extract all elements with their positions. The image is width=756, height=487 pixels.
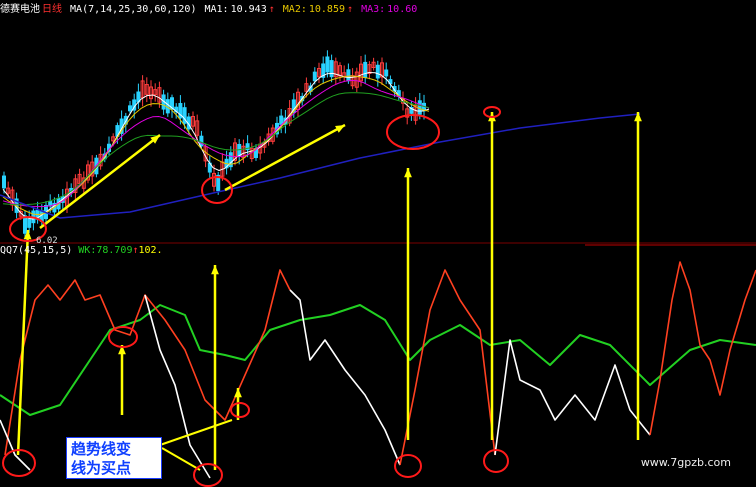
candle-body	[27, 218, 32, 228]
candle-body	[279, 115, 284, 125]
chart-canvas	[0, 50, 756, 487]
period-label: 日线	[42, 4, 62, 15]
wk-label: WK:	[78, 245, 97, 256]
ma1-label: MA1:	[204, 4, 229, 15]
stock-chart-screen: 德赛电池 日线 MA(7,14,25,30,60,120) MA1: 10.943 ↑…	[0, 0, 756, 487]
ma1-value: 10.943	[230, 4, 267, 15]
extra-value: 102.	[138, 245, 163, 256]
highlight-circle-9	[394, 454, 422, 478]
osc-red-1	[4, 269, 291, 456]
osc-red-3	[649, 261, 756, 436]
highlight-circle-7	[108, 326, 138, 348]
annotation-pointer-1	[159, 419, 233, 446]
watermark: www.7gpzb.com	[640, 456, 731, 469]
candle-body	[2, 175, 6, 189]
osc-red-2	[399, 269, 496, 466]
candle-body	[329, 60, 334, 78]
osc-white-2	[494, 339, 651, 456]
ma2-arrow: ↑	[347, 4, 354, 15]
osc-white-0	[0, 419, 31, 471]
ma2-value: 10.859	[308, 4, 345, 15]
candle-body	[346, 69, 351, 82]
candle-body	[23, 215, 27, 234]
stock-name: 德赛电池	[0, 4, 40, 15]
candle-body	[312, 71, 317, 82]
candle-body	[128, 105, 132, 112]
indicator-header: QQ7(45,15,5) WK:78.709↑102.	[0, 245, 163, 256]
highlight-circle-8	[230, 402, 250, 418]
candle-body	[325, 56, 330, 73]
indicator-name: QQ7(45,15,5)	[0, 245, 73, 256]
highlight-circle-3	[386, 114, 440, 150]
ma2-label: MA2:	[282, 4, 307, 15]
signal-arrow-2-head	[211, 265, 219, 275]
signal-arrow-3-head	[404, 168, 412, 178]
wk-value: 78.709	[96, 245, 133, 256]
signal-arrow-1	[16, 229, 30, 456]
ma3-label: MA3:	[361, 4, 386, 15]
candle-body	[375, 64, 380, 79]
ma1-arrow: ↑	[268, 4, 275, 15]
candle-body	[417, 100, 422, 115]
signal-arrow-7-head	[234, 388, 242, 398]
signal-arrow-5-head	[634, 112, 642, 122]
osc-white-1	[289, 289, 401, 466]
annotation-line-1: 趋势线变	[71, 440, 132, 458]
ma-params: MA(7,14,25,30,60,120)	[70, 4, 197, 15]
ma3-value: 10.60	[387, 4, 418, 15]
annotation-box: 趋势线变 线为买点	[66, 437, 162, 479]
annotation-line-2: 线为买点	[71, 459, 132, 477]
wk-line	[0, 304, 756, 416]
candle-body	[363, 61, 368, 78]
main-chart-header: 德赛电池 日线 MA(7,14,25,30,60,120) MA1: 10.943 ↑…	[0, 0, 419, 15]
candle-body	[384, 69, 389, 77]
